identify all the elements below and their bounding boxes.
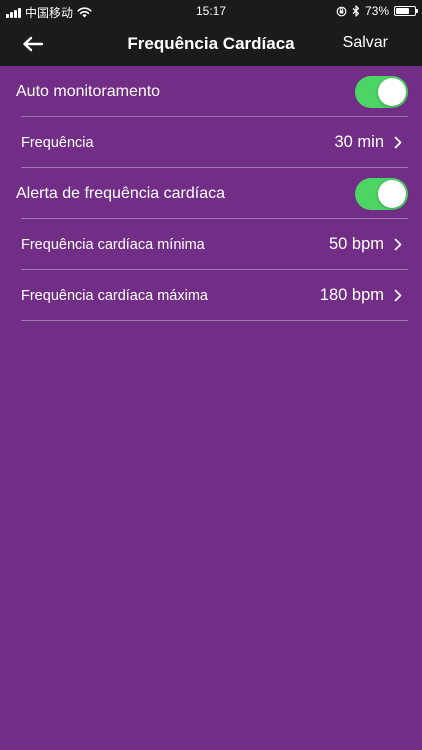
max-heart-rate-value: 180 bpm [319,286,384,304]
chevron-right-icon [394,238,402,251]
min-heart-rate-value: 50 bpm [328,235,384,253]
battery-fill [396,8,410,14]
save-button[interactable]: Salvar [343,34,388,52]
frequency-value-wrap: 30 min [334,117,402,168]
toggle-knob [378,180,406,208]
bluetooth-icon [352,5,360,17]
frequency-label: Frequência [21,134,94,151]
auto-monitoring-label: Auto monitoramento [16,82,161,100]
nav-bar: Frequência Cardíaca Salvar [0,22,422,66]
heart-rate-alert-row: Alerta de frequência cardíaca [0,168,422,219]
orientation-lock-icon [336,6,347,16]
frequency-row[interactable]: Frequência 30 min [0,117,422,168]
min-heart-rate-row[interactable]: Frequência cardíaca mínima 50 bpm [0,219,422,270]
auto-monitoring-row: Auto monitoramento [0,66,422,117]
auto-monitoring-toggle[interactable] [355,76,408,108]
min-heart-rate-label: Frequência cardíaca mínima [21,236,205,253]
heart-rate-alert-label: Alerta de frequência cardíaca [16,184,226,202]
battery-percent: 73% [364,4,389,18]
max-heart-rate-value-wrap: 180 bpm [320,270,402,321]
chevron-right-icon [394,136,402,149]
heart-rate-alert-toggle[interactable] [355,178,408,210]
settings-list: Auto monitoramento Frequência 30 min Ale… [0,66,422,321]
battery-icon [394,6,418,16]
toggle-knob [378,78,406,106]
divider [21,320,408,321]
max-heart-rate-row[interactable]: Frequência cardíaca máxima 180 bpm [0,270,422,321]
status-bar: 中国移动 15:17 73% [0,0,422,22]
status-right: 73% [336,4,418,18]
max-heart-rate-label: Frequência cardíaca máxima [21,287,208,304]
frequency-value: 30 min [334,133,384,151]
chevron-right-icon [394,289,402,302]
min-heart-rate-value-wrap: 50 bpm [329,219,402,270]
